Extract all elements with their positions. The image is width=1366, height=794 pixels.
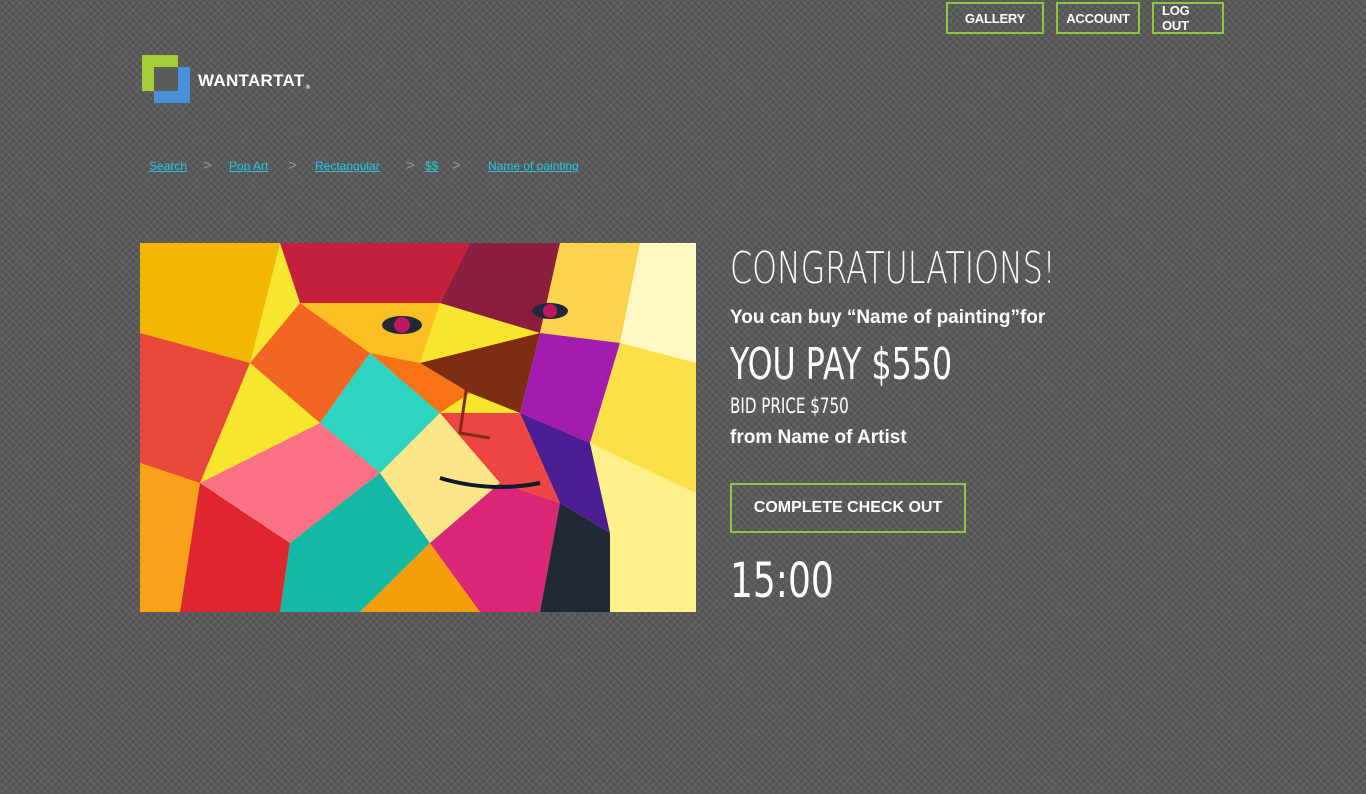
breadcrumb-rectangular[interactable]: Rectangular bbox=[315, 159, 380, 173]
chevron-right-icon: > bbox=[452, 157, 461, 174]
page-title: CONGRATULATIONS! bbox=[730, 243, 1056, 294]
artist-line: from Name of Artist bbox=[730, 427, 907, 448]
chevron-right-icon: > bbox=[203, 157, 212, 174]
logout-button[interactable]: LOG OUT bbox=[1152, 2, 1224, 34]
breadcrumb-painting[interactable]: Name of painting bbox=[488, 159, 579, 173]
logo-icon bbox=[142, 55, 190, 103]
chevron-right-icon: > bbox=[288, 157, 297, 174]
complete-checkout-button[interactable]: COMPLETE CHECK OUT bbox=[730, 483, 966, 533]
account-button[interactable]: ACCOUNT bbox=[1056, 2, 1140, 34]
logo-text: WANTARTAT® bbox=[198, 71, 311, 91]
gallery-button[interactable]: GALLERY bbox=[946, 2, 1044, 34]
breadcrumb-search[interactable]: Search bbox=[149, 159, 187, 173]
countdown-timer: 15:00 bbox=[730, 553, 834, 609]
price-heading: YOU PAY $550 bbox=[730, 339, 953, 390]
top-nav: GALLERY ACCOUNT LOG OUT bbox=[946, 2, 1224, 34]
logo[interactable]: WANTARTAT® bbox=[142, 55, 310, 103]
bid-price: BID PRICE $750 bbox=[730, 394, 849, 418]
breadcrumb-price[interactable]: $$ bbox=[425, 159, 438, 173]
painting-image bbox=[140, 243, 696, 612]
chevron-right-icon: > bbox=[406, 157, 415, 174]
buy-subtitle: You can buy “Name of painting”for bbox=[730, 307, 1046, 328]
breadcrumb-pop-art[interactable]: Pop Art bbox=[229, 159, 268, 173]
